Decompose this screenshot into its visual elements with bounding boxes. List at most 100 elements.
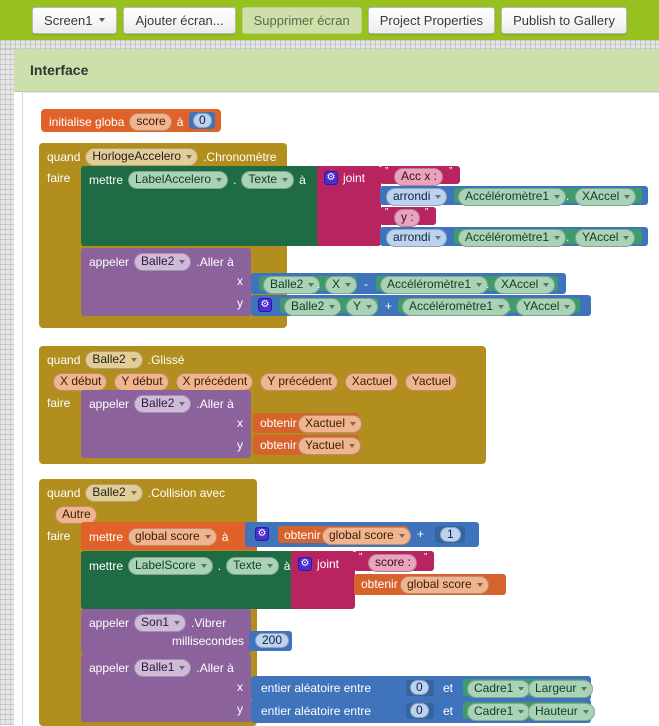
- block-set-labelscore-texte[interactable]: mettre LabelScore . Texte à: [81, 551, 297, 609]
- block-random-int-y[interactable]: entier aléatoire entre 0 et Cadre1 . Hau…: [251, 699, 595, 723]
- block-text-score[interactable]: ” score : ”: [354, 551, 434, 572]
- accel1-y2-property-field[interactable]: YAccel: [516, 298, 577, 316]
- event2-param-y-precedent[interactable]: Y précédent: [260, 373, 338, 391]
- block-set-global-score[interactable]: mettre global score à: [81, 522, 257, 550]
- init-global-keyword: initialise globa: [49, 115, 125, 129]
- event2-component-field[interactable]: Balle2: [85, 351, 143, 369]
- event2-param-x-debut[interactable]: X début: [53, 373, 108, 391]
- get-x-var-field[interactable]: Xactuel: [298, 415, 363, 433]
- random-y-from-field[interactable]: 0: [410, 703, 429, 718]
- random-x-from-field[interactable]: 0: [410, 680, 429, 695]
- block-round-xaccel[interactable]: arrondi Accéléromètre1 . XAccel: [380, 186, 648, 206]
- event3-component-field[interactable]: Balle2: [85, 484, 143, 502]
- accel1-x2-component-field[interactable]: Accéléromètre1: [380, 276, 489, 294]
- block-call-balle2-allera-2[interactable]: appeler Balle2 .Aller à x y: [81, 390, 251, 458]
- event2-param-y-debut[interactable]: Y début: [114, 373, 169, 391]
- block-add-score[interactable]: obtenir global score + 1: [245, 522, 479, 547]
- block-component-accel1-yaccel-2[interactable]: Accéléromètre1 . YAccel: [398, 298, 580, 316]
- number-zero-field[interactable]: 0: [193, 113, 212, 128]
- chevron-down-icon: [179, 259, 186, 264]
- block-component-accelerometre1-xaccel[interactable]: Accéléromètre1 . XAccel: [454, 188, 642, 206]
- block-init-global-score[interactable]: initialise globa score à 0: [41, 109, 221, 132]
- call1-component-field[interactable]: Balle2: [134, 253, 192, 271]
- call2-component-field[interactable]: Balle2: [134, 395, 192, 413]
- accel1-x2-property-field[interactable]: XAccel: [494, 276, 556, 294]
- block-number-one[interactable]: 1: [435, 526, 465, 543]
- block-number-200[interactable]: 200: [249, 631, 292, 651]
- block-component-accelerometre1-yaccel[interactable]: Accéléromètre1 . YAccel: [454, 229, 642, 247]
- quote-close-icon: ”: [449, 166, 453, 177]
- text-score-field[interactable]: score :: [368, 554, 418, 572]
- add-screen-button[interactable]: Ajouter écran...: [123, 6, 236, 34]
- block-get-global-score-2[interactable]: obtenir global score: [354, 574, 506, 595]
- cadre1-largeur-property-field[interactable]: Largeur: [528, 680, 594, 698]
- balle2-y-property-field[interactable]: Y: [346, 298, 379, 316]
- block-round-yaccel[interactable]: arrondi Accéléromètre1 . YAccel: [380, 227, 648, 247]
- call-son1-component-field[interactable]: Son1: [134, 614, 187, 632]
- event1-component-field[interactable]: HorlogeAccelero: [85, 148, 199, 166]
- gear-icon[interactable]: [255, 527, 269, 541]
- gear-icon[interactable]: [258, 298, 272, 312]
- text-y-field[interactable]: y :: [394, 209, 420, 227]
- accel1-y-property-field[interactable]: YAccel: [575, 229, 636, 247]
- block-join-accel-text[interactable]: joint: [317, 166, 381, 246]
- accel1-x-component-field[interactable]: Accéléromètre1: [458, 188, 567, 206]
- block-get-yactuel[interactable]: obtenir Yactuel: [253, 435, 362, 455]
- block-call-balle2-allera-1[interactable]: appeler Balle2 .Aller à x y: [81, 248, 251, 316]
- block-call-son1-vibrer[interactable]: appeler Son1 .Vibrer millisecondes: [81, 609, 251, 654]
- accel1-x-property-field[interactable]: XAccel: [575, 188, 637, 206]
- screen-selector-button[interactable]: Screen1: [32, 6, 118, 34]
- project-properties-button[interactable]: Project Properties: [367, 6, 496, 34]
- number-200-field[interactable]: 200: [255, 633, 290, 648]
- block-set-labelaccelero-texte[interactable]: mettre LabelAccelero . Texte à: [81, 166, 329, 246]
- block-join-score[interactable]: joint: [291, 551, 355, 609]
- call-balle1-component-field[interactable]: Balle1: [134, 659, 192, 677]
- gear-icon[interactable]: [324, 171, 338, 185]
- get-score-var-field-1[interactable]: global score: [322, 527, 411, 545]
- block-add-y[interactable]: Balle2 . Y + Accéléromètre1 . YAccel: [251, 295, 591, 316]
- block-call-balle1-allera[interactable]: appeler Balle1 .Aller à x y: [81, 654, 251, 722]
- block-text-y[interactable]: ” y : ”: [380, 207, 436, 227]
- get-y-var-field[interactable]: Yactuel: [298, 437, 362, 455]
- block-random-y-from[interactable]: 0: [406, 703, 434, 719]
- block-text-acc-x[interactable]: ” Acc x : ”: [380, 166, 460, 186]
- text-acc-x-field[interactable]: Acc x :: [394, 168, 444, 186]
- block-get-global-score-1[interactable]: obtenir global score: [278, 526, 411, 545]
- event2-param-yactuel[interactable]: Yactuel: [404, 373, 457, 391]
- block-component-accel1-xaccel-2[interactable]: Accéléromètre1 . XAccel: [376, 276, 558, 294]
- event2-param-xactuel[interactable]: Xactuel: [344, 373, 398, 391]
- set1-component-field[interactable]: LabelAccelero: [128, 171, 229, 189]
- accel1-y2-component-field[interactable]: Accéléromètre1: [402, 298, 511, 316]
- block-number-zero[interactable]: 0: [189, 112, 215, 129]
- block-component-balle2-y[interactable]: Balle2 . Y: [280, 298, 379, 316]
- block-get-xactuel[interactable]: obtenir Xactuel: [253, 413, 363, 433]
- event2-when-label: quand: [47, 353, 81, 367]
- publish-to-gallery-button[interactable]: Publish to Gallery: [501, 6, 627, 34]
- set-score-var-field[interactable]: global score: [128, 528, 217, 546]
- round-x-dropdown[interactable]: arrondi: [386, 188, 448, 206]
- block-component-cadre1-hauteur[interactable]: Cadre1 . Hauteur: [463, 702, 595, 721]
- cadre1-hauteur-dot: .: [520, 704, 524, 718]
- balle2-x-component-field[interactable]: Balle2: [263, 276, 321, 294]
- block-subtract-x[interactable]: Balle2 . X - Accéléromètre1 . XAccel: [251, 273, 566, 294]
- set-labelscore-property-field[interactable]: Texte: [226, 557, 279, 575]
- remove-screen-button[interactable]: Supprimer écran: [241, 6, 362, 34]
- set1-property-field[interactable]: Texte: [241, 171, 295, 189]
- block-component-balle2-x[interactable]: Balle2 . X: [259, 276, 358, 294]
- event2-param-x-precedent[interactable]: X précédent: [175, 373, 254, 391]
- balle2-x-property-field[interactable]: X: [325, 276, 358, 294]
- set-labelscore-component-field[interactable]: LabelScore: [128, 557, 213, 575]
- cadre1-hauteur-property-field[interactable]: Hauteur: [528, 703, 595, 721]
- gear-icon[interactable]: [298, 557, 312, 571]
- number-one-field[interactable]: 1: [440, 527, 461, 542]
- round-y-dropdown[interactable]: arrondi: [386, 229, 448, 247]
- set-labelscore-to-label: à: [283, 559, 291, 573]
- balle2-y-component-field[interactable]: Balle2: [284, 298, 342, 316]
- block-random-int-x[interactable]: entier aléatoire entre 0 et Cadre1 . Lar…: [251, 676, 594, 700]
- init-global-name-field[interactable]: score: [129, 113, 172, 131]
- block-component-cadre1-largeur[interactable]: Cadre1 . Largeur: [463, 679, 594, 698]
- blocks-canvas[interactable]: initialise globa score à 0 quand Horloge…: [22, 92, 659, 726]
- get-score-var-field-2[interactable]: global score: [400, 576, 489, 594]
- accel1-y-component-field[interactable]: Accéléromètre1: [458, 229, 567, 247]
- block-random-x-from[interactable]: 0: [406, 680, 434, 696]
